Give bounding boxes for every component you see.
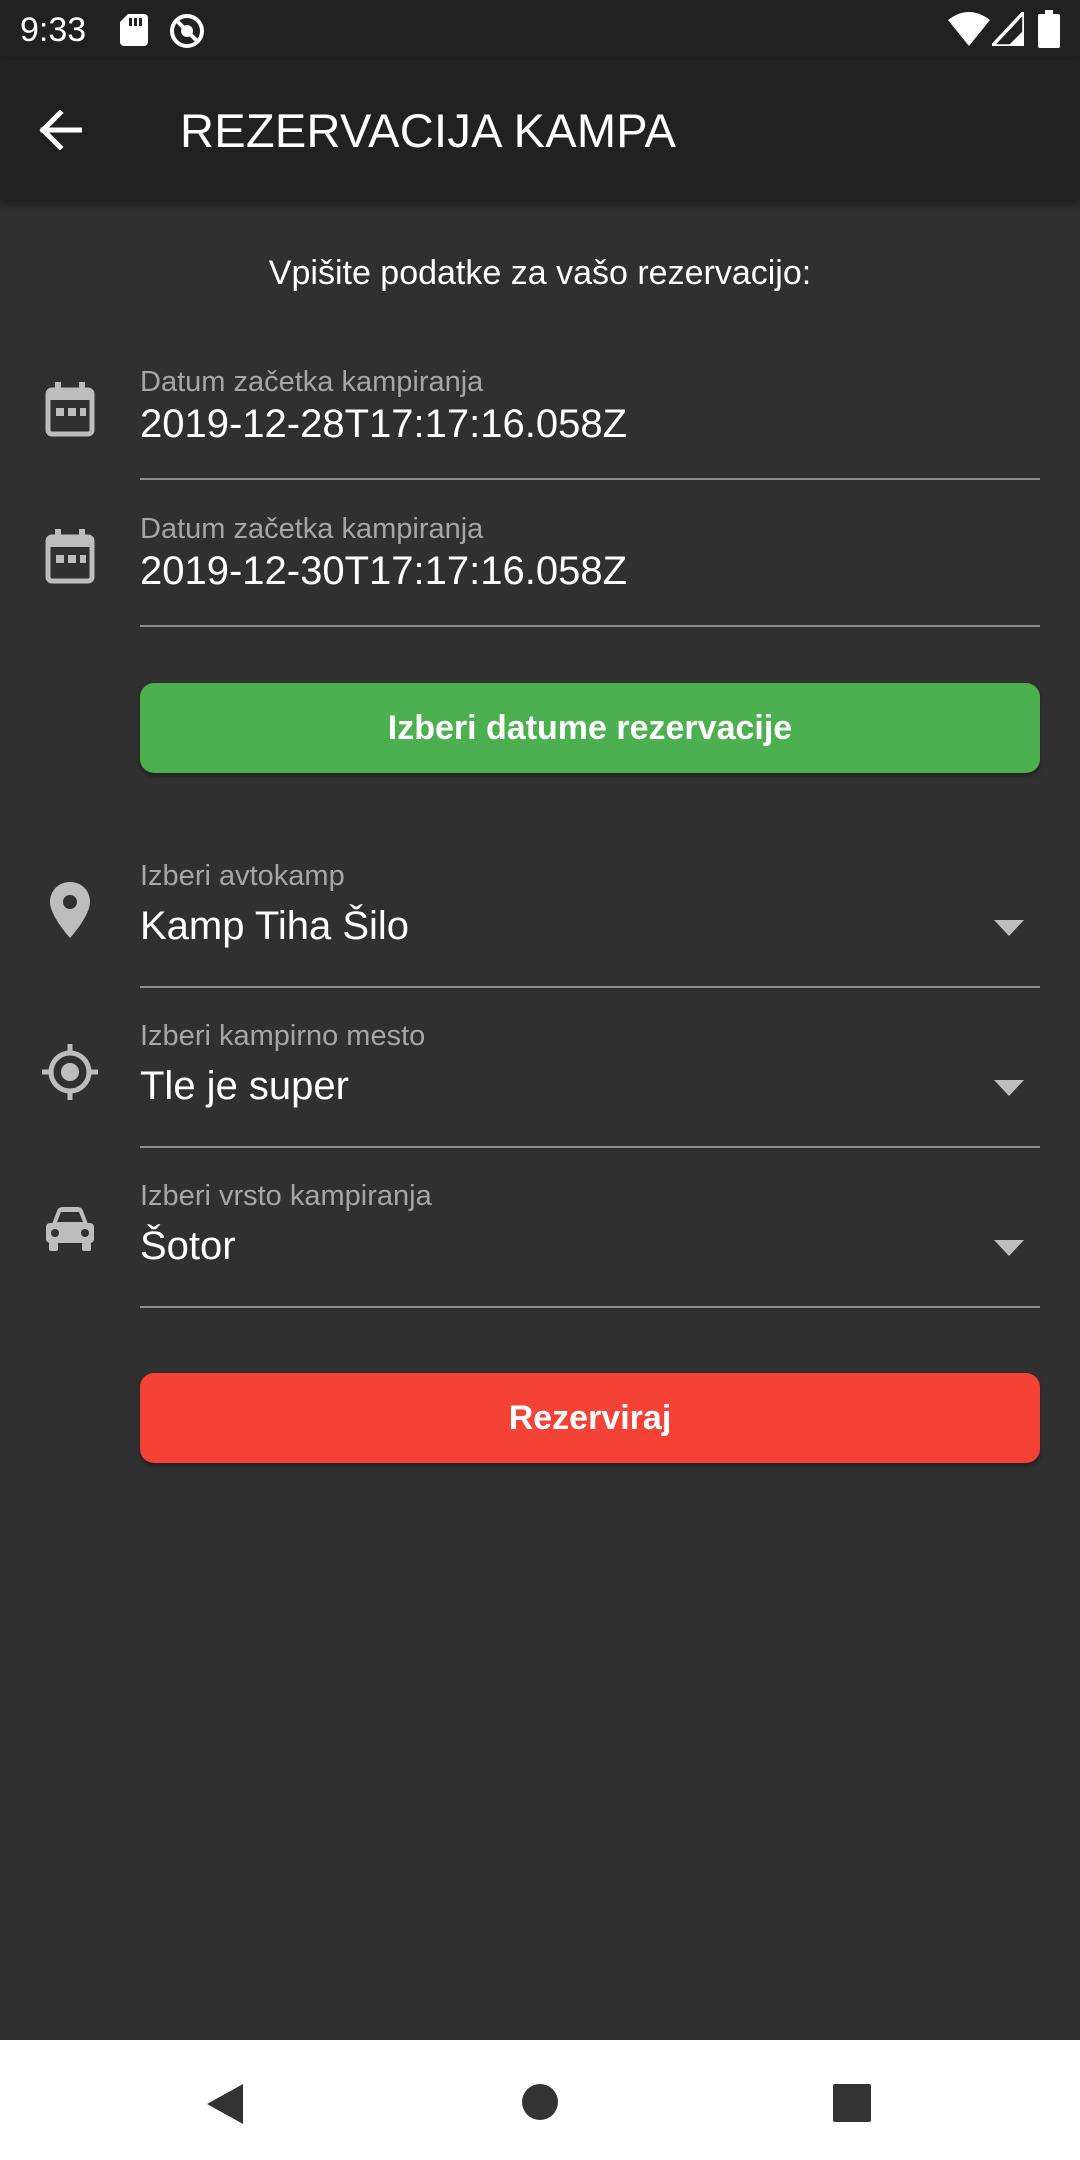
end-date-value: 2019-12-30T17:17:16.058Z bbox=[140, 549, 628, 593]
camp-dropdown[interactable]: Izberi avtokamp Kamp Tiha Šilo bbox=[0, 858, 1080, 990]
arrow-back-icon bbox=[39, 110, 82, 150]
gps-target-icon bbox=[42, 1044, 98, 1100]
nav-back-icon[interactable] bbox=[205, 2082, 245, 2126]
sync-icon bbox=[170, 14, 204, 48]
pitch-dropdown[interactable]: Izberi kampirno mesto Tle je super bbox=[0, 1018, 1080, 1150]
calendar-icon bbox=[45, 529, 95, 584]
page-title: REZERVACIJA KAMPA bbox=[180, 104, 677, 157]
camp-label: Izberi avtokamp bbox=[140, 860, 345, 892]
choose-dates-button[interactable]: Izberi datume rezervacije bbox=[140, 683, 1040, 773]
camping-type-label: Izberi vrsto kampiranja bbox=[140, 1180, 432, 1212]
camp-underline bbox=[140, 986, 1040, 988]
status-bar: 9:33 bbox=[0, 0, 1080, 60]
location-pin-icon bbox=[50, 882, 90, 938]
end-date-underline bbox=[140, 625, 1040, 627]
dropdown-arrow-icon bbox=[994, 1080, 1024, 1096]
start-date-value: 2019-12-28T17:17:16.058Z bbox=[140, 402, 628, 446]
pitch-label: Izberi kampirno mesto bbox=[140, 1020, 426, 1052]
status-time: 9:33 bbox=[20, 11, 87, 49]
camping-type-underline bbox=[140, 1306, 1040, 1308]
camp-value: Kamp Tiha Šilo bbox=[140, 904, 410, 948]
end-date-field[interactable]: Datum začetka kampiranja 2019-12-30T17:1… bbox=[0, 507, 1080, 627]
app-bar: REZERVACIJA KAMPA bbox=[0, 60, 1080, 200]
signal-icon bbox=[992, 12, 1024, 46]
back-button[interactable] bbox=[30, 100, 90, 160]
calendar-icon bbox=[45, 382, 95, 437]
navigation-bar bbox=[0, 2040, 1080, 2160]
form-intro: Vpišite podatke za vašo rezervacijo: bbox=[268, 254, 812, 292]
battery-icon bbox=[1038, 10, 1060, 48]
start-date-field[interactable]: Datum začetka kampiranja 2019-12-28T17:1… bbox=[0, 360, 1080, 480]
reserve-button[interactable]: Rezerviraj bbox=[140, 1373, 1040, 1463]
start-date-label: Datum začetka kampiranja bbox=[140, 366, 484, 398]
camping-type-value: Šotor bbox=[140, 1224, 236, 1268]
dropdown-arrow-icon bbox=[994, 1240, 1024, 1256]
car-icon bbox=[46, 1207, 94, 1251]
end-date-label: Datum začetka kampiranja bbox=[140, 513, 484, 545]
camping-type-dropdown[interactable]: Izberi vrsto kampiranja Šotor bbox=[0, 1178, 1080, 1310]
nav-home-icon[interactable] bbox=[522, 2084, 558, 2120]
wifi-icon bbox=[948, 12, 990, 46]
pitch-underline bbox=[140, 1146, 1040, 1148]
nav-recents-icon[interactable] bbox=[833, 2084, 871, 2122]
dropdown-arrow-icon bbox=[994, 920, 1024, 936]
start-date-underline bbox=[140, 478, 1040, 480]
screen: 9:33 REZERVACIJA KAMPA Vpišite podatke z… bbox=[0, 0, 1080, 2160]
sd-card-icon bbox=[120, 14, 148, 46]
pitch-value: Tle je super bbox=[140, 1064, 349, 1108]
